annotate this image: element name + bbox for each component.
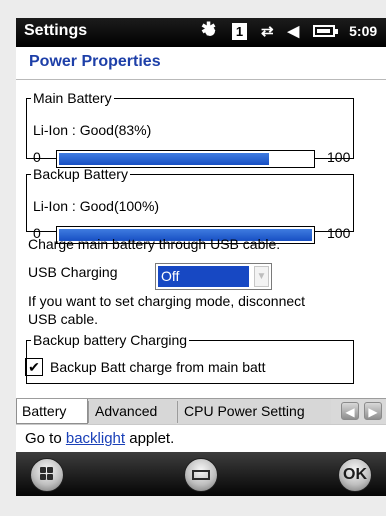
link-prefix: Go to xyxy=(25,430,66,447)
backup-battery-max-label: 100 xyxy=(327,225,351,241)
tab-advanced[interactable]: Advanced xyxy=(90,399,176,424)
link-text: Go to backlight applet. xyxy=(25,430,174,447)
link-line: Go to backlight applet. xyxy=(16,424,386,453)
tab-scroll-left-icon[interactable]: ◀ xyxy=(341,402,359,420)
profile-one-icon: 1 xyxy=(232,22,247,40)
main-battery-legend: Main Battery xyxy=(33,90,112,106)
ok-button[interactable]: OK xyxy=(338,458,372,492)
tab-bar: Battery Advanced CPU Power Setting ◀ ▶ xyxy=(16,398,386,425)
usb-note-line1: If you want to set charging mode, discon… xyxy=(28,293,306,309)
backlight-link[interactable]: backlight xyxy=(66,430,125,447)
device-screen: Settings 1 ⇄ ◀ 5:09 Power Properties Mai… xyxy=(0,0,386,516)
tab-battery[interactable]: Battery xyxy=(16,399,88,424)
main-battery-max-label: 100 xyxy=(327,149,351,165)
backup-battery-status: Li-Ion : Good(100%) xyxy=(33,198,160,214)
keyboard-icon xyxy=(192,470,210,480)
usb-note-line2: USB cable. xyxy=(28,311,99,327)
status-bar: Settings 1 ⇄ ◀ 5:09 xyxy=(16,18,386,47)
network-icon: ⇄ xyxy=(261,23,274,40)
battery-icon xyxy=(313,25,339,37)
start-button[interactable] xyxy=(30,458,64,492)
main-battery-group: Main Battery Li-Ion : Good(83%) 0 100 xyxy=(26,90,354,168)
page-title: Power Properties xyxy=(29,53,161,70)
backup-charge-label[interactable]: Backup Batt charge from main batt xyxy=(50,359,266,375)
clock: 5:09 xyxy=(349,23,378,39)
app-header: Power Properties xyxy=(16,47,386,80)
tab-separator xyxy=(88,401,89,423)
checkmark-icon: ✔ xyxy=(28,359,40,375)
backup-battery-legend: Backup Battery xyxy=(33,166,128,182)
backup-charging-group: Backup battery Charging xyxy=(26,332,354,384)
link-suffix: applet. xyxy=(125,430,175,447)
main-battery-status: Li-Ion : Good(83%) xyxy=(33,122,152,138)
usb-charging-value: Off xyxy=(158,266,249,287)
usb-charging-select[interactable]: Off ▼ xyxy=(155,263,272,290)
tab-separator xyxy=(177,401,178,423)
backup-charging-legend: Backup battery Charging xyxy=(33,332,188,348)
speaker-icon: ◀ xyxy=(287,23,300,40)
status-title[interactable]: Settings xyxy=(24,22,87,40)
keyboard-button[interactable] xyxy=(184,458,218,492)
main-battery-fill xyxy=(59,153,269,165)
content-area: Main Battery Li-Ion : Good(83%) 0 100 Ba… xyxy=(16,80,386,398)
backup-battery-group: Backup Battery Li-Ion : Good(100%) 0 100 xyxy=(26,166,354,244)
main-battery-min-label: 0 xyxy=(33,149,41,165)
chevron-down-icon[interactable]: ▼ xyxy=(254,266,269,287)
softkey-bar: OK xyxy=(16,452,386,496)
tab-cpu-power-setting[interactable]: CPU Power Setting xyxy=(179,399,331,424)
sun-icon xyxy=(201,19,218,40)
usb-charge-info: Charge main battery through USB cable. xyxy=(28,236,281,252)
backup-charge-checkbox[interactable]: ✔ xyxy=(25,358,43,376)
usb-charging-label: USB Charging xyxy=(28,264,118,280)
tab-scroll-right-icon[interactable]: ▶ xyxy=(364,402,382,420)
windows-start-icon xyxy=(40,467,54,481)
status-icons[interactable]: 1 ⇄ ◀ 5:09 xyxy=(201,19,378,40)
